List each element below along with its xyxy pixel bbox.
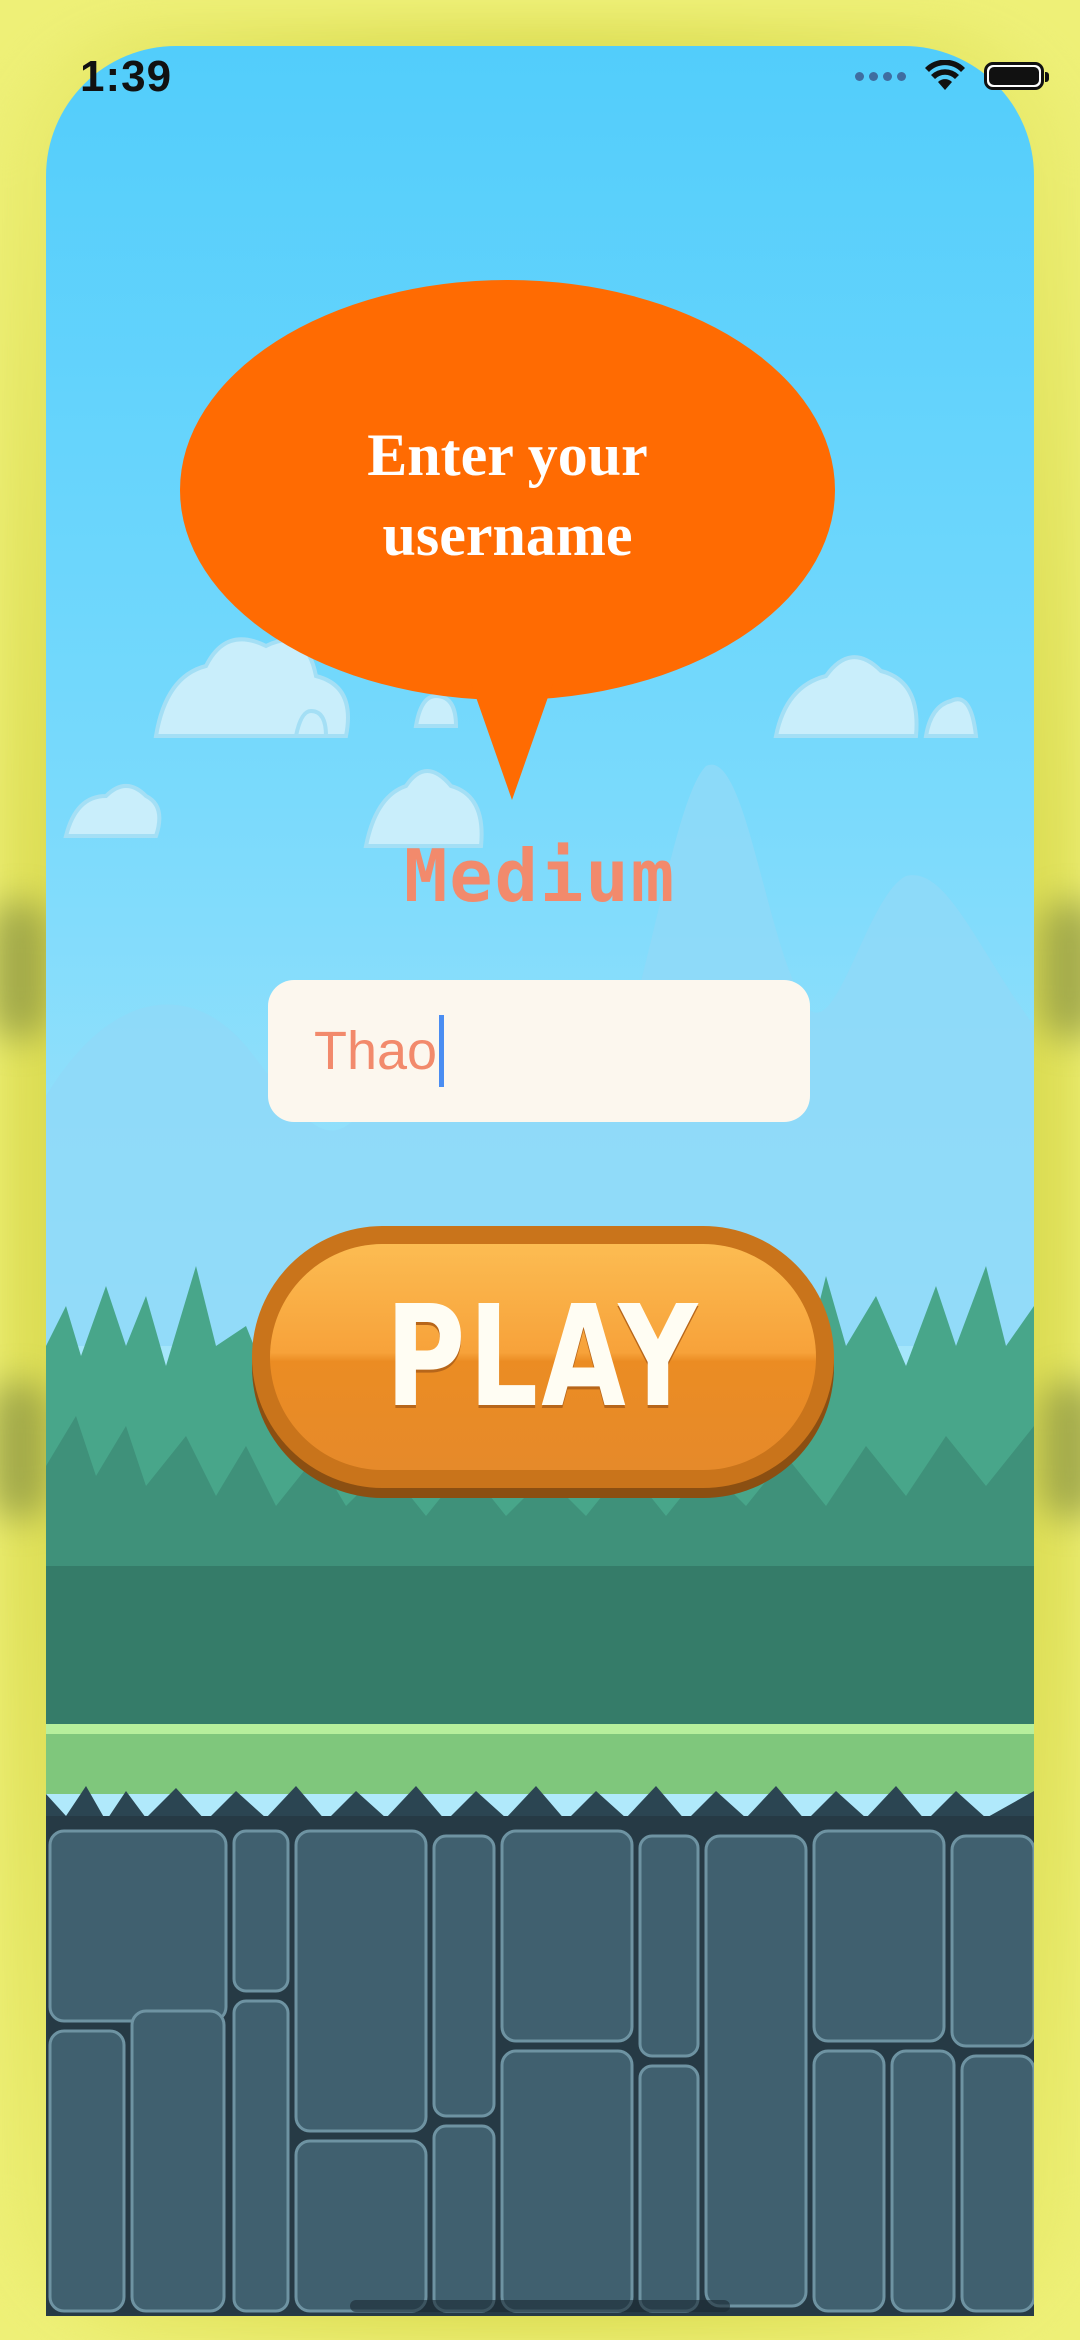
prompt-line-1: Enter your: [367, 422, 648, 488]
grass-dark: [46, 1566, 1034, 1726]
difficulty-label: Medium: [403, 834, 677, 918]
cellular-icon: [855, 71, 906, 81]
prompt-line-2: username: [382, 502, 633, 568]
speech-bubble: Enter your username: [180, 280, 835, 800]
username-input[interactable]: Thao: [268, 980, 810, 1122]
ground-grass: [46, 1734, 1034, 1794]
wifi-icon: [925, 60, 965, 90]
frame-shadow-right: [1040, 900, 1080, 1040]
frame-shadow-left: [0, 900, 50, 1040]
home-indicator[interactable]: [350, 2300, 730, 2312]
prompt-text: Enter your username: [180, 415, 835, 575]
play-button[interactable]: PLAY: [252, 1226, 834, 1488]
text-cursor: [439, 1015, 445, 1087]
ground-grass-line: [46, 1724, 1034, 1734]
speech-bubble-tail: [470, 680, 554, 800]
frame-shadow-right-lower: [1040, 1380, 1080, 1520]
status-icons: [855, 60, 1049, 92]
status-time: 1:39: [80, 52, 173, 101]
frame-shadow-left-lower: [0, 1380, 50, 1520]
app-screen: 1:39 Enter your username Medium Thao PLA…: [0, 0, 1080, 2340]
play-button-label: PLAY: [385, 1275, 701, 1439]
username-value: Thao: [314, 1021, 438, 1081]
battery-icon: [984, 62, 1049, 90]
